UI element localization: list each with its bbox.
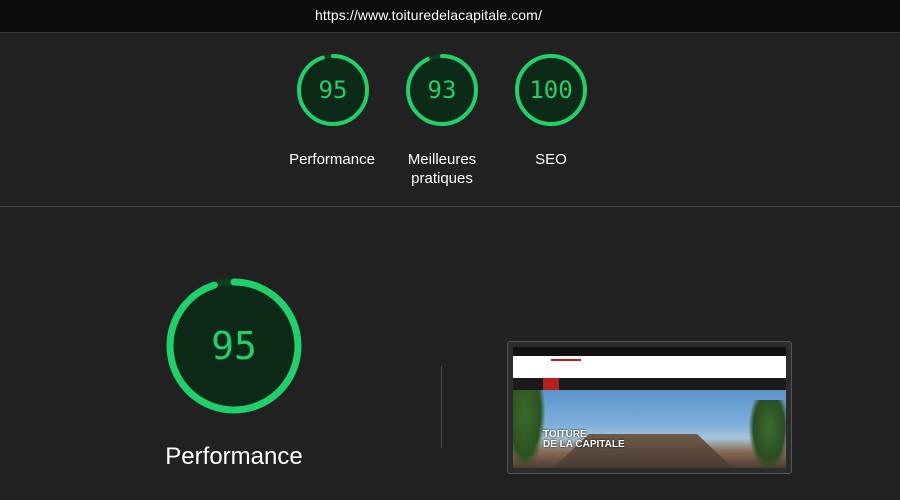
best-practices-score-label: Meilleures pratiques: [382, 150, 502, 188]
seo-score-label: SEO: [535, 151, 567, 168]
thumb-logo-roof: [551, 359, 581, 367]
seo-score-gauge[interactable]: 100: [513, 52, 589, 128]
thumb-hero-title-line2: DE LA CAPITALE: [543, 439, 625, 450]
website-screenshot-thumbnail[interactable]: TOITURE DE LA CAPITALE: [507, 341, 792, 474]
performance-large-gauge: 95: [164, 276, 304, 416]
performance-score-gauge[interactable]: 95: [295, 52, 371, 128]
thumb-tree-right: [749, 400, 786, 468]
url-bar: https://www.toituredelacapitale.com/: [0, 0, 900, 33]
best-practices-score-value: 93: [427, 76, 457, 104]
thumb-nav-active: [543, 378, 559, 390]
lighthouse-report: https://www.toituredelacapitale.com/ 95 …: [0, 0, 900, 500]
best-practices-score-gauge[interactable]: 93: [404, 52, 480, 128]
thumb-logo: [539, 359, 587, 375]
performance-large-value: 95: [211, 324, 257, 368]
thumb-topbar: [513, 347, 786, 356]
vertical-divider: [441, 366, 442, 448]
section-divider: [0, 206, 900, 207]
thumb-hero-title: TOITURE DE LA CAPITALE: [543, 430, 625, 450]
performance-score-label: Performance: [289, 151, 375, 168]
performance-title: Performance: [165, 443, 303, 470]
best-practices-label-line2: pratiques: [411, 170, 473, 187]
thumb-header: [513, 356, 786, 378]
thumb-hero: TOITURE DE LA CAPITALE: [513, 390, 786, 468]
website-screenshot-image: TOITURE DE LA CAPITALE: [513, 347, 786, 468]
report-url[interactable]: https://www.toituredelacapitale.com/: [315, 7, 542, 23]
thumb-nav: [513, 378, 786, 390]
seo-score-value: 100: [529, 76, 573, 104]
best-practices-label-line1: Meilleures: [407, 151, 477, 168]
thumb-tree-left: [513, 390, 545, 468]
performance-score-value: 95: [318, 76, 348, 104]
